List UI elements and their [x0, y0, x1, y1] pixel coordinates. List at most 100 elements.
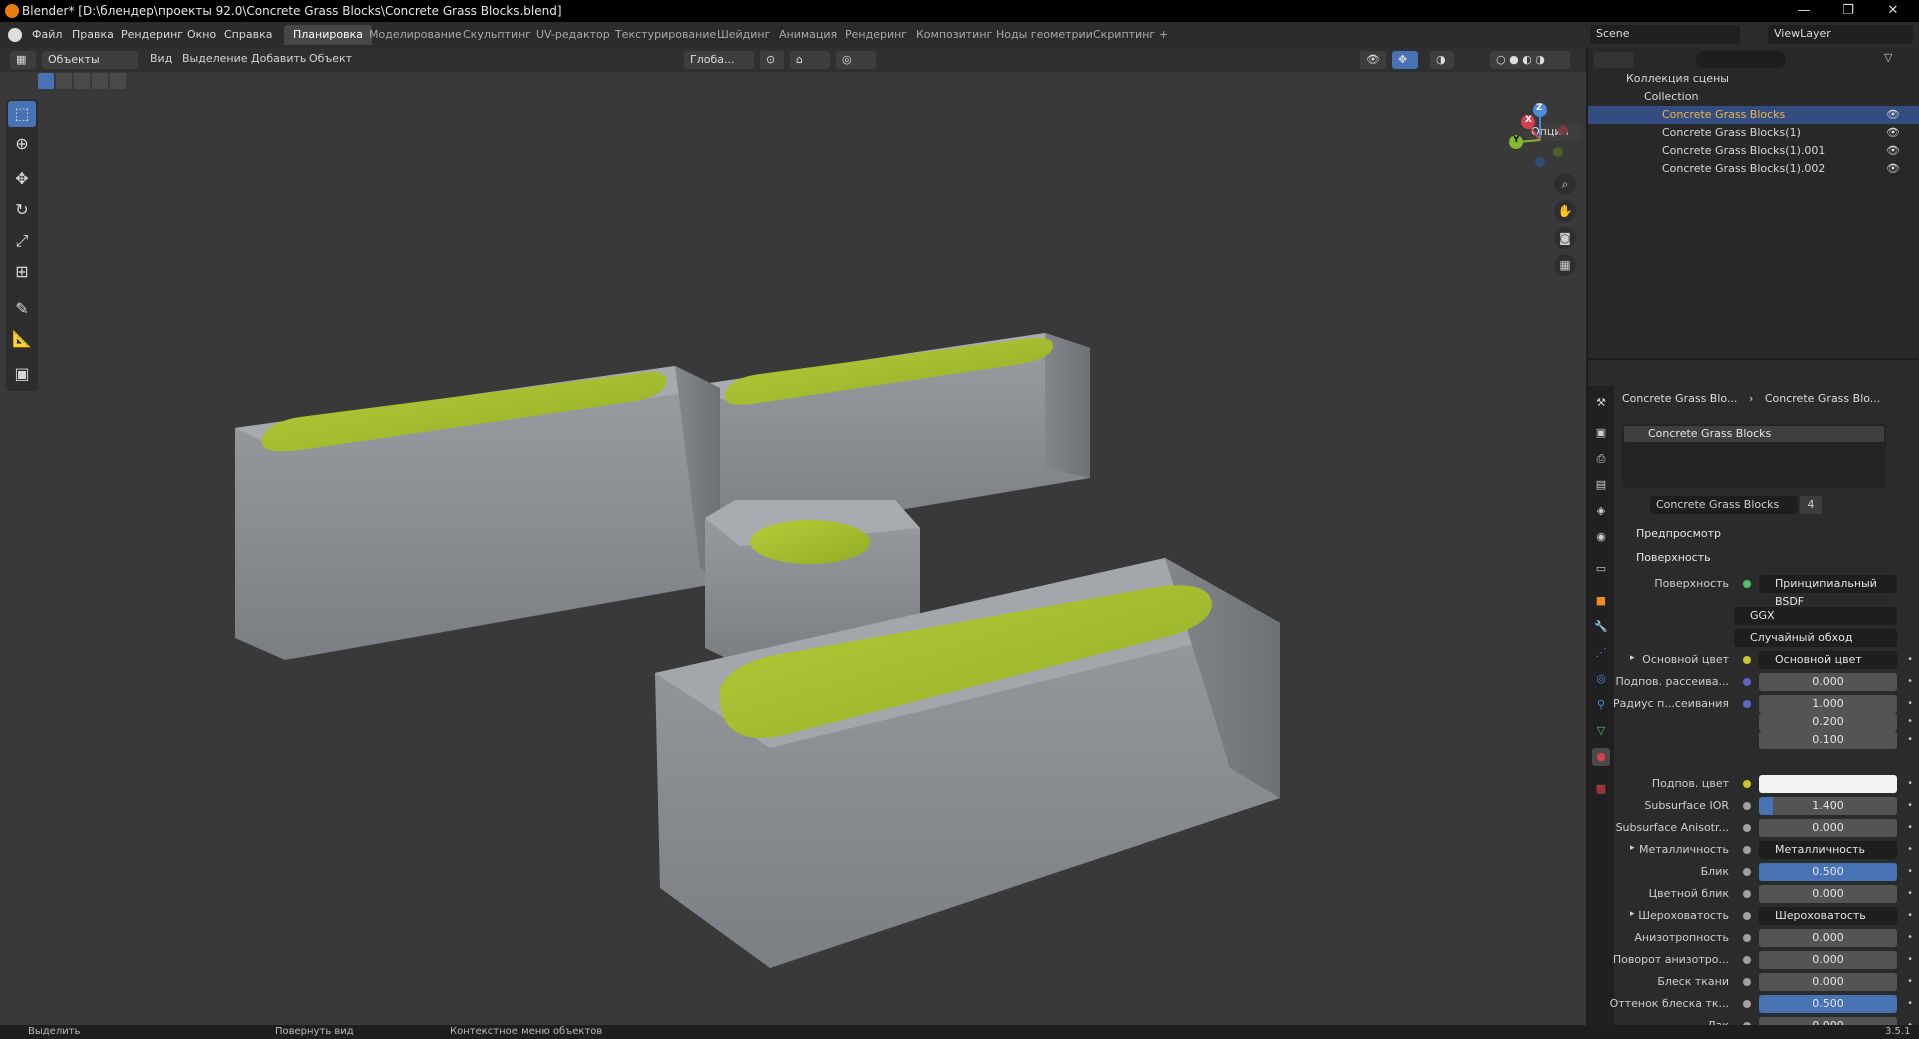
- property-value-field[interactable]: 0.000: [1759, 951, 1897, 969]
- eye-icon[interactable]: 👁: [1886, 126, 1900, 139]
- scene-selector[interactable]: Scene: [1590, 25, 1740, 44]
- menu-help[interactable]: Справка: [224, 28, 272, 41]
- annotate-tool-icon[interactable]: ✎: [8, 296, 36, 322]
- close-button[interactable]: ✕: [1878, 3, 1908, 18]
- menu-view[interactable]: Вид: [150, 52, 172, 65]
- select-subtract-icon[interactable]: [74, 73, 90, 89]
- keyframe-dot-icon[interactable]: •: [1907, 976, 1913, 987]
- property-value-field[interactable]: 0.000: [1759, 885, 1897, 903]
- add-cube-tool-icon[interactable]: ▣: [8, 361, 36, 387]
- menu-object[interactable]: Объект: [309, 52, 352, 65]
- property-value-field[interactable]: 0.000: [1759, 973, 1897, 991]
- outliner-item[interactable]: Concrete Grass Blocks(1) 👁: [1588, 124, 1919, 142]
- outliner-item[interactable]: Concrete Grass Blocks(1).001 👁: [1588, 142, 1919, 160]
- zoom-icon[interactable]: ⌕: [1554, 173, 1576, 195]
- eye-icon[interactable]: 👁: [1886, 144, 1900, 157]
- gizmo-toggle-icon[interactable]: ✥: [1392, 51, 1418, 69]
- keyframe-dot-icon[interactable]: •: [1907, 800, 1913, 811]
- add-workspace-button[interactable]: +: [1150, 25, 1177, 45]
- keyframe-dot-icon[interactable]: •: [1907, 654, 1913, 665]
- select-box-tool-icon[interactable]: ⬚: [8, 101, 36, 127]
- move-tool-icon[interactable]: ✥: [8, 166, 36, 192]
- minimize-button[interactable]: —: [1789, 3, 1819, 18]
- shading-modes[interactable]: ○ ● ◐ ◑: [1490, 51, 1570, 69]
- property-value-field[interactable]: 0.000: [1759, 673, 1897, 691]
- transform-orientation[interactable]: Глоба...: [684, 51, 754, 69]
- panel-surface-header[interactable]: Поверхность: [1636, 551, 1711, 564]
- property-value-field[interactable]: 0.500: [1759, 995, 1897, 1013]
- socket-icon[interactable]: [1743, 934, 1751, 942]
- filter-icon[interactable]: ▽: [1884, 51, 1902, 68]
- material-name-field[interactable]: Concrete Grass Blocks: [1650, 496, 1798, 514]
- socket-icon[interactable]: [1743, 1000, 1751, 1008]
- material-slot[interactable]: Concrete Grass Blocks: [1624, 426, 1884, 442]
- property-value-field[interactable]: 0.000: [1759, 819, 1897, 837]
- property-value-field[interactable]: Основной цвет: [1759, 651, 1897, 669]
- 3d-viewport[interactable]: [0, 48, 1586, 1025]
- keyframe-dot-icon[interactable]: •: [1907, 844, 1913, 855]
- tab-uv-editing[interactable]: UV-редактор: [527, 25, 619, 45]
- breadcrumb-object[interactable]: Concrete Grass Blo...: [1622, 392, 1737, 405]
- world-tab-icon[interactable]: ◉: [1592, 528, 1610, 546]
- tool-tab-icon[interactable]: ⚒: [1592, 394, 1610, 412]
- scene-tab-icon[interactable]: ◈: [1592, 502, 1610, 520]
- outliner-item[interactable]: Concrete Grass Blocks 👁: [1588, 106, 1919, 124]
- mode-selector[interactable]: Объекты: [42, 51, 138, 69]
- keyframe-dot-icon[interactable]: •: [1907, 866, 1913, 877]
- expand-arrow-icon[interactable]: ▸: [1630, 909, 1635, 919]
- property-value-field[interactable]: Металличность: [1759, 841, 1897, 859]
- menu-select[interactable]: Выделение: [182, 52, 248, 65]
- socket-icon[interactable]: [1743, 868, 1751, 876]
- property-value-field[interactable]: 0.500: [1759, 863, 1897, 881]
- keyframe-dot-icon[interactable]: •: [1907, 716, 1913, 727]
- menu-window[interactable]: Окно: [187, 28, 216, 41]
- socket-icon[interactable]: [1743, 846, 1751, 854]
- keyframe-dot-icon[interactable]: •: [1907, 932, 1913, 943]
- material-users-count[interactable]: 4: [1800, 496, 1822, 514]
- subsurface-method-dropdown[interactable]: Случайный обход: [1734, 629, 1897, 647]
- expand-arrow-icon[interactable]: ▸: [1630, 653, 1635, 663]
- socket-icon[interactable]: [1743, 912, 1751, 920]
- tab-layout[interactable]: Планировка: [284, 25, 372, 45]
- pivot-icon[interactable]: ⊙: [760, 51, 784, 69]
- modifier-tab-icon[interactable]: 🔧: [1592, 618, 1610, 636]
- texture-tab-icon[interactable]: ▩: [1592, 780, 1610, 798]
- outliner-scene-collection[interactable]: Коллекция сцены: [1588, 70, 1919, 88]
- socket-icon[interactable]: [1743, 700, 1751, 708]
- keyframe-dot-icon[interactable]: •: [1907, 822, 1913, 833]
- tab-animation[interactable]: Анимация: [770, 25, 846, 45]
- constraints-tab-icon[interactable]: ⚲: [1592, 696, 1610, 714]
- socket-icon[interactable]: [1743, 780, 1751, 788]
- snap-icon[interactable]: ⌂: [790, 51, 830, 69]
- socket-icon[interactable]: [1743, 678, 1751, 686]
- overlay-icon[interactable]: ◑: [1430, 51, 1454, 69]
- collection-tab-icon[interactable]: ▭: [1592, 560, 1610, 578]
- breadcrumb-material[interactable]: Concrete Grass Blo...: [1765, 392, 1880, 405]
- socket-icon[interactable]: [1743, 978, 1751, 986]
- keyframe-dot-icon[interactable]: •: [1907, 954, 1913, 965]
- camera-view-icon[interactable]: ◙: [1554, 227, 1576, 249]
- keyframe-dot-icon[interactable]: •: [1907, 888, 1913, 899]
- property-value-field[interactable]: 1.400: [1759, 797, 1897, 815]
- select-new-icon[interactable]: [38, 73, 54, 89]
- keyframe-dot-icon[interactable]: •: [1907, 676, 1913, 687]
- keyframe-dot-icon[interactable]: •: [1907, 910, 1913, 921]
- proportional-edit-icon[interactable]: ◎: [836, 51, 876, 69]
- scale-tool-icon[interactable]: ⤢: [8, 228, 36, 254]
- keyframe-dot-icon[interactable]: •: [1907, 734, 1913, 745]
- data-tab-icon[interactable]: ▽: [1592, 722, 1610, 740]
- select-invert-icon[interactable]: [92, 73, 108, 89]
- concrete-block-back-left[interactable]: [235, 366, 720, 660]
- render-tab-icon[interactable]: ▣: [1592, 424, 1610, 442]
- eye-icon[interactable]: 👁: [1886, 108, 1900, 121]
- editor-type-icon[interactable]: ▦: [10, 51, 36, 69]
- tab-rendering[interactable]: Рендеринг: [836, 25, 916, 45]
- property-value-field[interactable]: [1759, 775, 1897, 793]
- maximize-button[interactable]: ❐: [1833, 3, 1863, 18]
- socket-icon[interactable]: [1743, 656, 1751, 664]
- socket-icon[interactable]: [1743, 824, 1751, 832]
- pan-hand-icon[interactable]: ✋: [1554, 200, 1576, 222]
- outliner-editor-type-icon[interactable]: [1594, 52, 1634, 68]
- socket-icon[interactable]: [1743, 956, 1751, 964]
- outliner-item[interactable]: Concrete Grass Blocks(1).002 👁: [1588, 160, 1919, 178]
